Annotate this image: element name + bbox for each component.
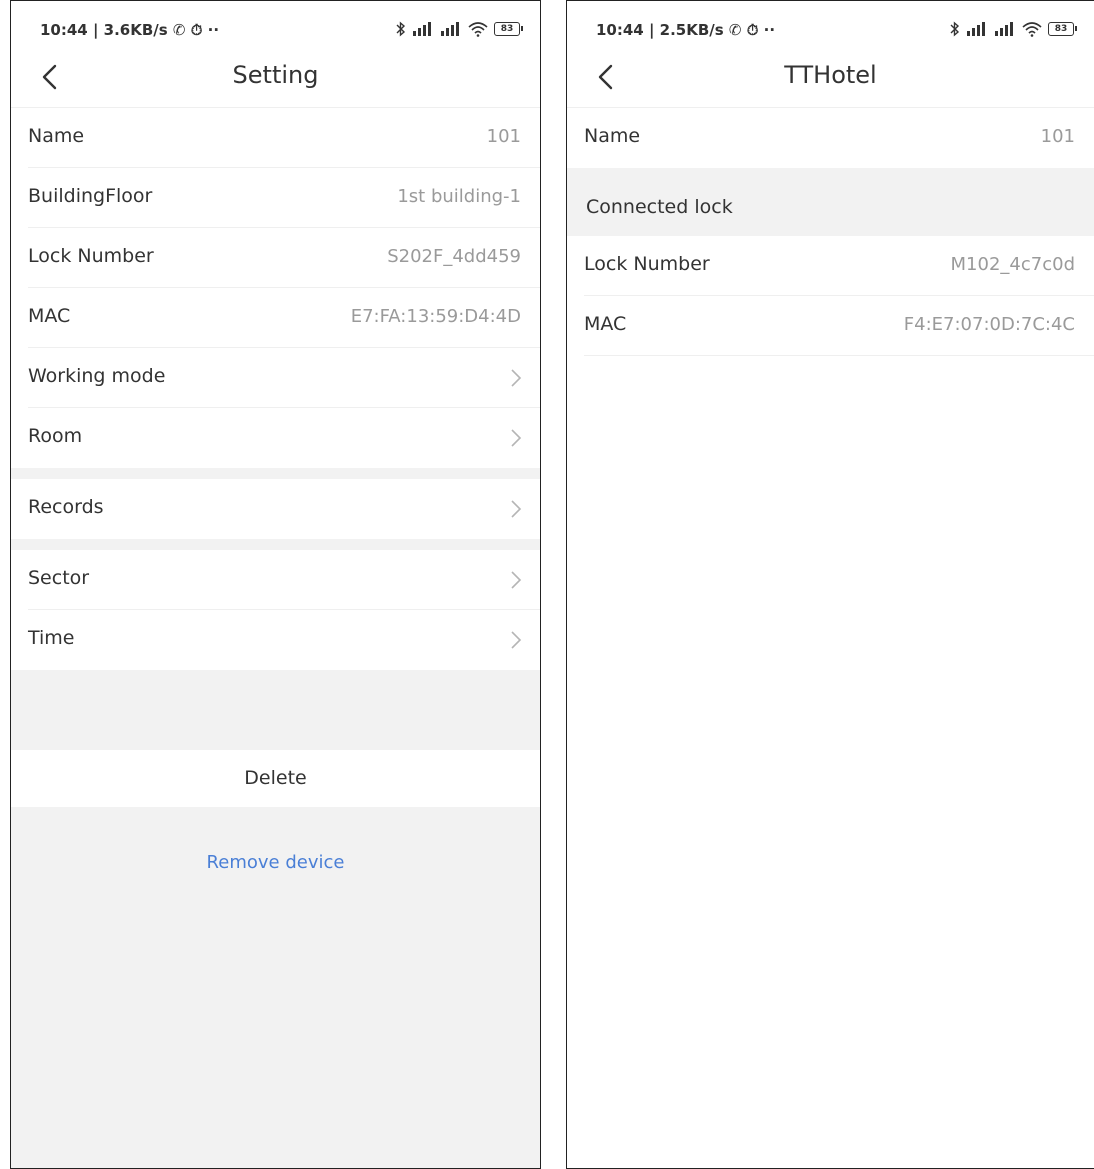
bottom-area: Remove device (11, 807, 540, 1168)
signal-icon (413, 22, 431, 36)
row-value: S202F_4dd459 (387, 246, 521, 267)
wifi-icon (1022, 22, 1042, 37)
building-floor-row: BuildingFloor 1st building-1 (11, 168, 540, 228)
delete-label: Delete (244, 767, 307, 789)
row-label: BuildingFloor (28, 185, 153, 207)
chevron-right-icon (511, 631, 522, 649)
status-bar: 10:44 | 2.5KB/s ✆ ⏱ ·· 83 (567, 1, 1094, 59)
nav-bar: TTHotel (567, 59, 1094, 108)
row-label: Sector (28, 567, 90, 589)
wifi-icon (468, 22, 488, 37)
connected-lock-header: Connected lock (567, 168, 1094, 236)
lock-info-list: Name 101 Connected lock Lock Number M102… (567, 108, 1094, 356)
settings-list: Name 101 BuildingFloor 1st building-1 Lo… (11, 108, 540, 1168)
battery-level: 83 (500, 24, 514, 34)
name-row: Name 101 (11, 108, 540, 168)
section-divider (11, 670, 540, 750)
tthotel-screen: 10:44 | 2.5KB/s ✆ ⏱ ·· 83 TTHotel Name 1… (566, 0, 1094, 1169)
row-value: M102_4c7c0d (950, 254, 1075, 275)
row-value: F4:E7:07:0D:7C:4C (903, 314, 1075, 335)
page-title: Setting (232, 61, 319, 89)
section-divider (11, 539, 540, 550)
row-label: Working mode (28, 365, 166, 387)
remove-device-link[interactable]: Remove device (11, 852, 540, 873)
room-row[interactable]: Room (11, 408, 540, 468)
status-time: 10:44 | 3.6KB/s ✆ ⏱ ·· (40, 21, 220, 39)
status-bar: 10:44 | 3.6KB/s ✆ ⏱ ·· 83 (11, 1, 540, 59)
battery-icon: 83 (494, 22, 523, 36)
status-time: 10:44 | 2.5KB/s ✆ ⏱ ·· (596, 21, 776, 39)
records-row[interactable]: Records (11, 479, 540, 539)
section-label: Connected lock (586, 196, 733, 218)
mac-row: MAC F4:E7:07:0D:7C:4C (567, 296, 1094, 356)
setting-screen: 10:44 | 3.6KB/s ✆ ⏱ ·· 83 Setting Name 1… (10, 0, 541, 1169)
page-title: TTHotel (784, 61, 877, 89)
status-icons: 83 (950, 20, 1077, 38)
battery-level: 83 (1054, 24, 1068, 34)
signal-icon-2 (441, 22, 459, 36)
sector-row[interactable]: Sector (11, 550, 540, 610)
row-value: 1st building-1 (397, 186, 521, 207)
working-mode-row[interactable]: Working mode (11, 348, 540, 408)
row-label: Lock Number (28, 245, 154, 267)
chevron-right-icon (511, 571, 522, 589)
time-row[interactable]: Time (11, 610, 540, 670)
lock-number-row: Lock Number M102_4c7c0d (567, 236, 1094, 296)
signal-icon-2 (995, 22, 1013, 36)
row-label: MAC (28, 305, 71, 327)
row-label: MAC (584, 313, 627, 335)
row-label: Name (28, 125, 85, 147)
nav-bar: Setting (11, 59, 540, 108)
row-value: E7:FA:13:59:D4:4D (350, 306, 521, 327)
row-label: Lock Number (584, 253, 710, 275)
chevron-right-icon (511, 369, 522, 387)
section-divider (11, 468, 540, 479)
row-label: Name (584, 125, 641, 147)
bluetooth-icon (396, 21, 406, 37)
bluetooth-icon (950, 21, 960, 37)
row-label: Records (28, 496, 104, 518)
row-value: 101 (486, 126, 521, 147)
mac-row: MAC E7:FA:13:59:D4:4D (11, 288, 540, 348)
signal-icon (967, 22, 985, 36)
chevron-right-icon (511, 429, 522, 447)
lock-number-row: Lock Number S202F_4dd459 (11, 228, 540, 288)
row-label: Time (28, 627, 75, 649)
name-row: Name 101 (567, 108, 1094, 168)
chevron-right-icon (511, 500, 522, 518)
status-icons: 83 (396, 20, 523, 38)
row-label: Room (28, 425, 83, 447)
row-value: 101 (1040, 126, 1075, 147)
battery-icon: 83 (1048, 22, 1077, 36)
delete-button[interactable]: Delete (11, 750, 540, 807)
